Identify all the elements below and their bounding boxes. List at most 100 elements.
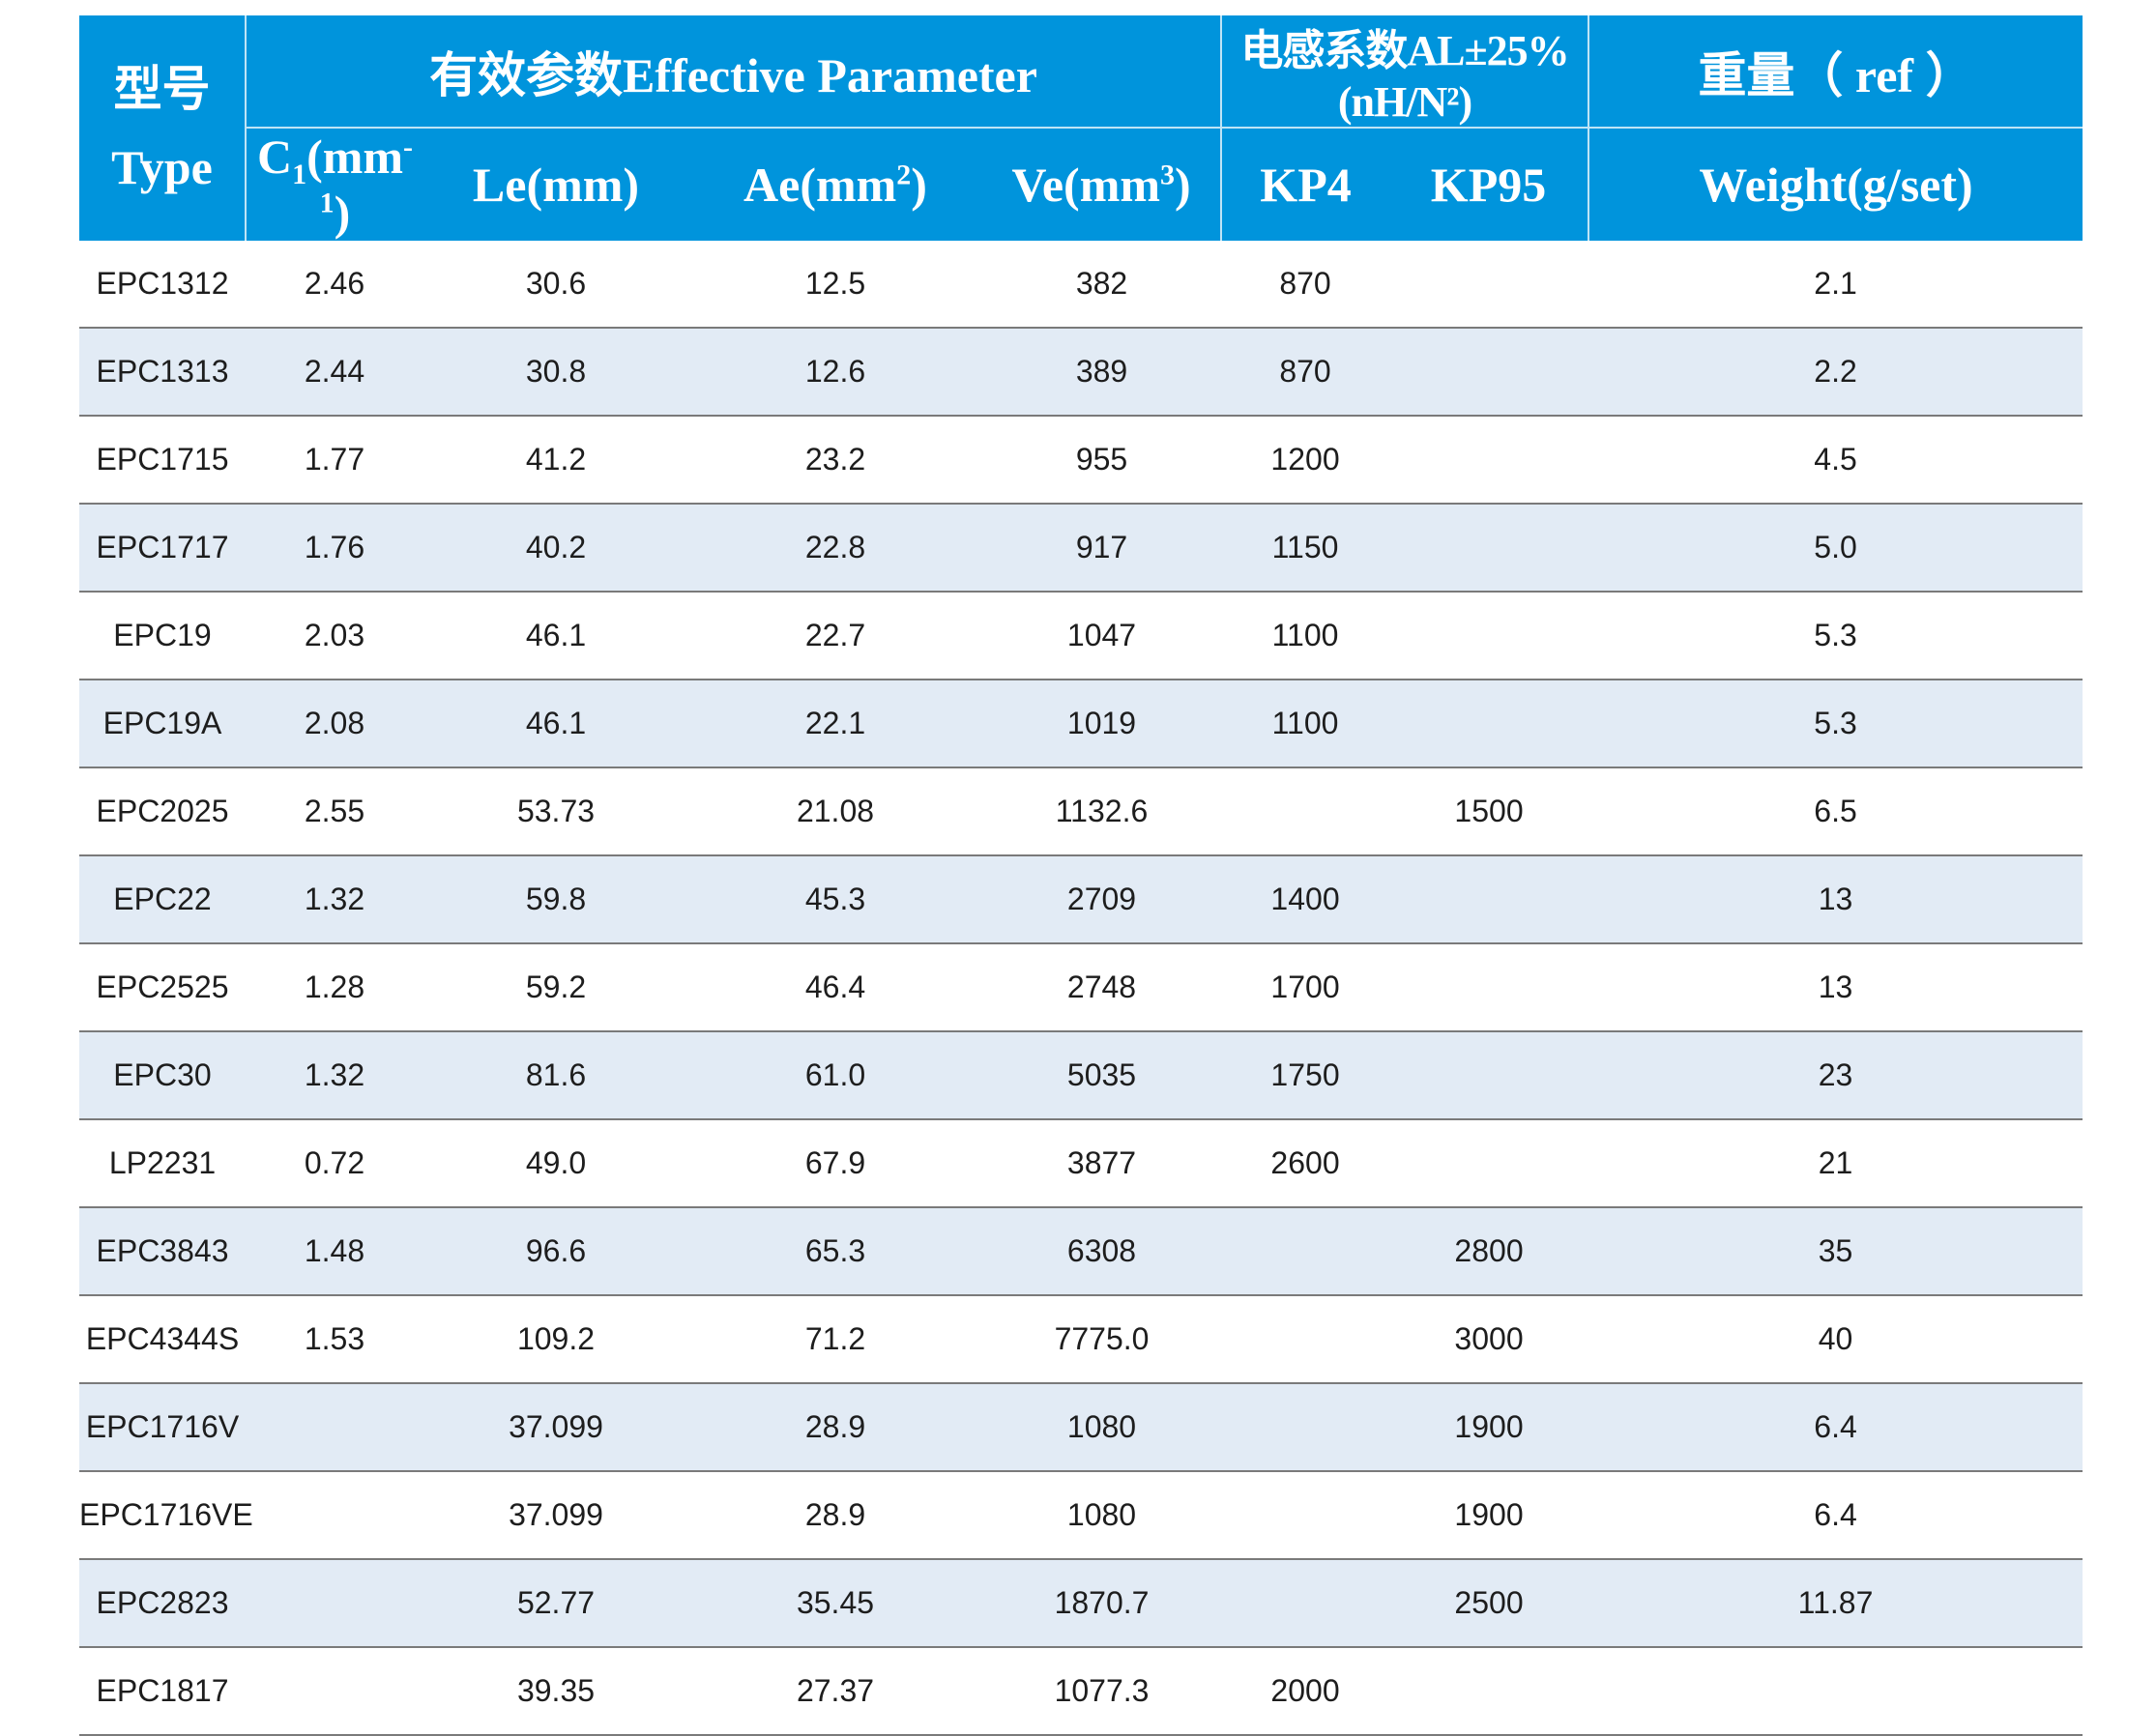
kp4-cell: 870 xyxy=(1221,241,1390,329)
le-cell: 40.2 xyxy=(423,504,688,593)
ve-cell: 1132.6 xyxy=(982,767,1222,856)
ae-cell: 46.4 xyxy=(688,943,982,1032)
kp95-cell xyxy=(1389,241,1589,329)
header-row-group: 型号 Type 有效参数Effective Parameter 电感系数AL±2… xyxy=(79,15,2083,241)
kp4-cell xyxy=(1221,1471,1390,1560)
c1-cell xyxy=(246,1559,423,1648)
weight-cell: 11.87 xyxy=(1588,1559,2083,1648)
effective-parameter-group-header: 有效参数Effective Parameter xyxy=(246,15,1223,129)
c1-label: C xyxy=(256,130,293,184)
type-cell: EPC1313 xyxy=(79,328,246,417)
c1-cell: 1.32 xyxy=(246,855,423,944)
type-cell: EPC22 xyxy=(79,855,246,944)
le-cell: 53.73 xyxy=(423,767,688,856)
type-header-zh: 型号 xyxy=(113,61,211,116)
ve-cell: 1080 xyxy=(982,1383,1222,1472)
kp95-cell xyxy=(1389,855,1589,944)
ve-unit-post: ) xyxy=(1175,158,1191,212)
kp4-cell: 870 xyxy=(1221,328,1390,417)
c1-cell: 2.55 xyxy=(246,767,423,856)
ve-cell: 2748 xyxy=(982,943,1222,1032)
le-cell: 52.77 xyxy=(423,1559,688,1648)
table-row: EPC1313 2.44 30.8 12.6 389 870 2.2 xyxy=(79,328,2083,417)
weight-cell: 4.5 xyxy=(1588,416,2083,505)
weight-cell: 5.0 xyxy=(1588,504,2083,593)
le-cell: 30.8 xyxy=(423,328,688,417)
c1-subscript: 1 xyxy=(292,159,307,190)
kp95-cell: 2500 xyxy=(1389,1559,1589,1648)
ae-superscript: 2 xyxy=(896,159,912,191)
type-cell: EPC30 xyxy=(79,1031,246,1120)
ve-cell: 1019 xyxy=(982,680,1222,768)
weight-cell: 13 xyxy=(1588,855,2083,944)
kp95-cell xyxy=(1389,416,1589,505)
le-cell: 39.35 xyxy=(423,1647,688,1736)
weight-cell: 23 xyxy=(1588,1031,2083,1120)
ve-cell: 5035 xyxy=(982,1031,1222,1120)
kp4-cell: 1700 xyxy=(1221,943,1390,1032)
table-row: EPC19 2.03 46.1 22.7 1047 1100 5.3 xyxy=(79,592,2083,680)
ae-cell: 12.6 xyxy=(688,328,982,417)
kp95-cell xyxy=(1389,1119,1589,1208)
kp4-cell: 1100 xyxy=(1221,680,1390,768)
ve-cell: 6308 xyxy=(982,1207,1222,1296)
table-row: EPC19A 2.08 46.1 22.1 1019 1100 5.3 xyxy=(79,680,2083,768)
c1-cell: 2.03 xyxy=(246,592,423,680)
type-cell: EPC1312 xyxy=(79,241,246,329)
c1-cell: 1.77 xyxy=(246,416,423,505)
kp4-cell: 2000 xyxy=(1221,1647,1390,1736)
ve-cell: 3877 xyxy=(982,1119,1222,1208)
ve-cell: 382 xyxy=(982,241,1222,329)
kp95-cell xyxy=(1389,504,1589,593)
kp4-cell xyxy=(1221,1295,1390,1384)
ae-cell: 27.37 xyxy=(688,1647,982,1736)
table-row: EPC2525 1.28 59.2 46.4 2748 1700 13 xyxy=(79,943,2083,1032)
c1-cell xyxy=(246,1383,423,1472)
ve-cell: 917 xyxy=(982,504,1222,593)
type-cell: EPC1716V xyxy=(79,1383,246,1472)
c1-cell: 1.48 xyxy=(246,1207,423,1296)
weight-cell: 2.1 xyxy=(1588,241,2083,329)
weight-cell: 35 xyxy=(1588,1207,2083,1296)
c1-cell: 1.32 xyxy=(246,1031,423,1120)
ae-cell: 23.2 xyxy=(688,416,982,505)
ve-cell: 1870.7 xyxy=(982,1559,1222,1648)
kp4-cell: 1100 xyxy=(1221,592,1390,680)
c1-cell: 1.53 xyxy=(246,1295,423,1384)
ve-cell: 1080 xyxy=(982,1471,1222,1560)
type-cell: EPC19 xyxy=(79,592,246,680)
ve-cell: 7775.0 xyxy=(982,1295,1222,1384)
kp95-cell xyxy=(1389,1031,1589,1120)
inductance-factor-group-header: 电感系数AL±25%(nH/N²) xyxy=(1221,15,1590,129)
ae-cell: 71.2 xyxy=(688,1295,982,1384)
weight-cell: 5.3 xyxy=(1588,592,2083,680)
kp4-cell xyxy=(1221,1207,1390,1296)
spec-sheet-page: 型号 Type 有效参数Effective Parameter 电感系数AL±2… xyxy=(0,0,2156,1736)
weight-cell: 13 xyxy=(1588,943,2083,1032)
type-cell: EPC3843 xyxy=(79,1207,246,1296)
table-row: EPC1817 39.35 27.37 1077.3 2000 xyxy=(79,1647,2083,1736)
effective-parameter-table: 型号 Type 有效参数Effective Parameter 电感系数AL±2… xyxy=(79,15,2083,1736)
weight-cell: 6.5 xyxy=(1588,767,2083,856)
le-cell: 59.8 xyxy=(423,855,688,944)
table-row: EPC1716VE 37.099 28.9 1080 1900 6.4 xyxy=(79,1471,2083,1560)
table-row: EPC1715 1.77 41.2 23.2 955 1200 4.5 xyxy=(79,416,2083,505)
le-cell: 46.1 xyxy=(423,680,688,768)
ve-label: Ve(mm xyxy=(1011,158,1161,212)
table-body: EPC1312 2.46 30.6 12.5 382 870 2.1 EPC1313 2.44 3… xyxy=(79,241,2083,1736)
kp95-cell xyxy=(1389,328,1589,417)
table-row: EPC2025 2.55 53.73 21.08 1132.6 1500 6.5 xyxy=(79,767,2083,856)
weight-cell: 40 xyxy=(1588,1295,2083,1384)
weight-cell: 6.4 xyxy=(1588,1471,2083,1560)
kp95-cell: 3000 xyxy=(1389,1295,1589,1384)
ae-cell: 22.8 xyxy=(688,504,982,593)
ae-cell: 35.45 xyxy=(688,1559,982,1648)
kp95-cell xyxy=(1389,943,1589,1032)
le-cell: 49.0 xyxy=(423,1119,688,1208)
c1-cell: 2.46 xyxy=(246,241,423,329)
type-column-header: 型号 Type xyxy=(79,15,247,241)
ae-cell: 22.1 xyxy=(688,680,982,768)
weight-cell: 5.3 xyxy=(1588,680,2083,768)
table-row: EPC30 1.32 81.6 61.0 5035 1750 23 xyxy=(79,1031,2083,1120)
kp95-cell: 1900 xyxy=(1389,1383,1589,1472)
